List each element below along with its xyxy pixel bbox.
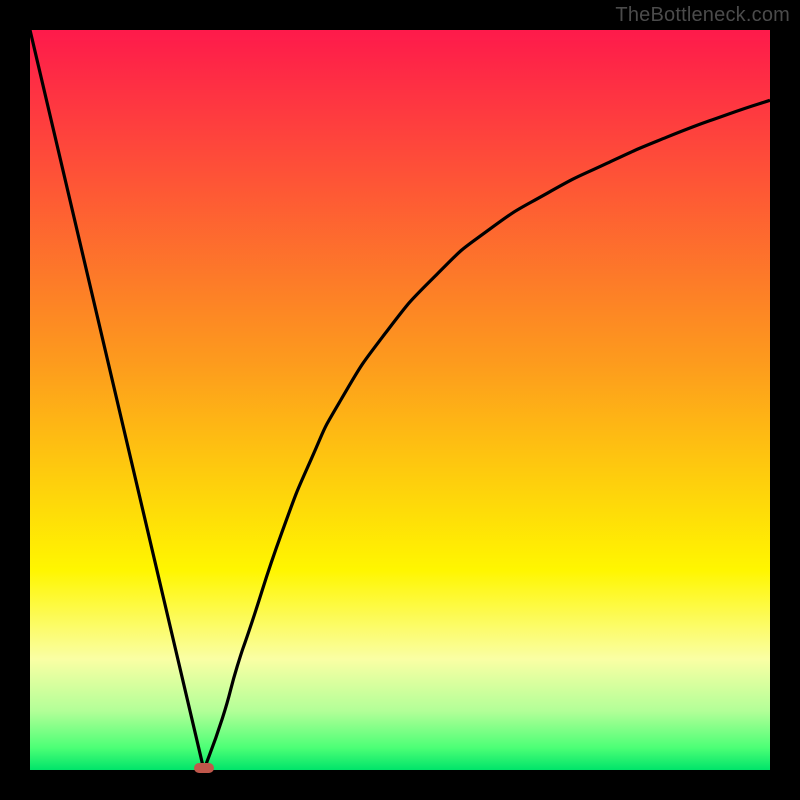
bottleneck-curve bbox=[30, 30, 770, 770]
optimum-marker bbox=[194, 763, 215, 773]
plot-area bbox=[30, 30, 770, 770]
watermark-text: TheBottleneck.com bbox=[615, 4, 790, 27]
chart-frame: TheBottleneck.com bbox=[0, 0, 800, 800]
